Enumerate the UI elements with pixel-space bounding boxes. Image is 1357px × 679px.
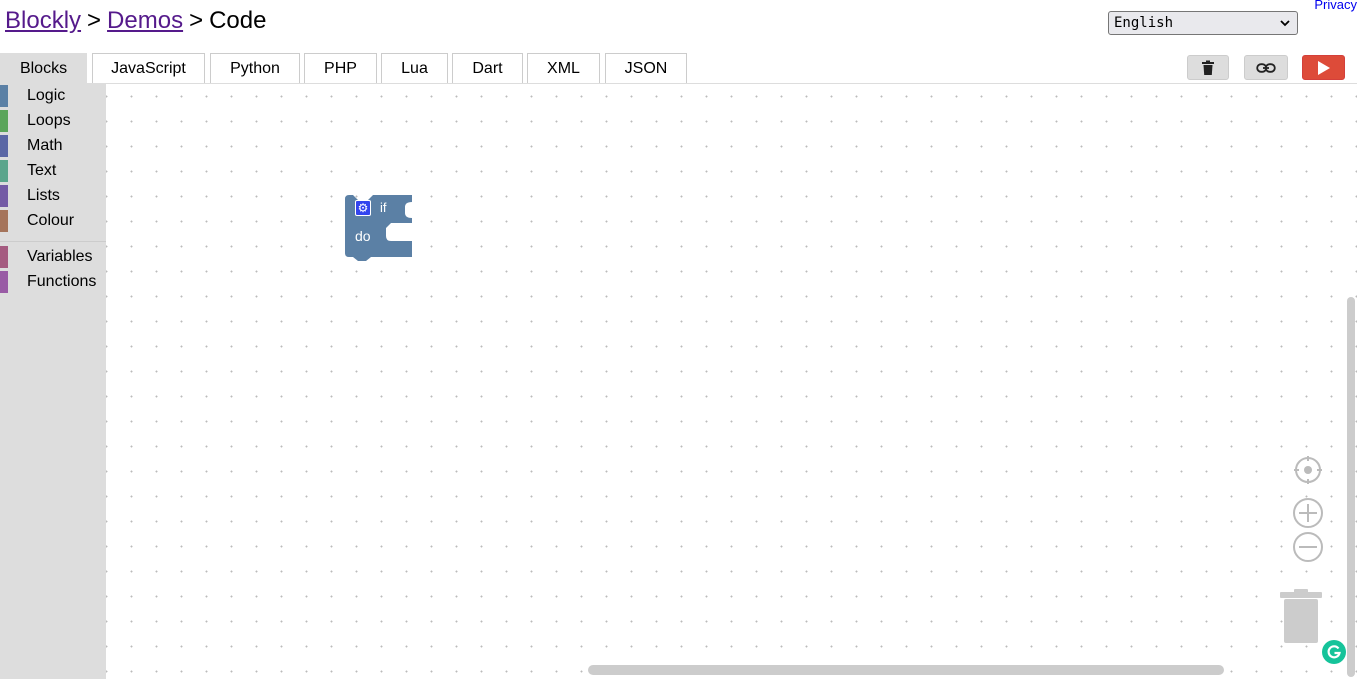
category-label: Math xyxy=(27,137,63,154)
run-button[interactable] xyxy=(1302,55,1345,80)
breadcrumb-separator: > xyxy=(189,7,204,34)
tab-python[interactable]: Python xyxy=(210,53,300,84)
breadcrumb: Blockly > Demos > Code xyxy=(5,7,266,35)
toolbox-category-lists[interactable]: Lists xyxy=(0,185,106,207)
tab-dart[interactable]: Dart xyxy=(452,53,523,84)
horizontal-scrollbar[interactable] xyxy=(588,665,1224,675)
tab-javascript[interactable]: JavaScript xyxy=(92,53,205,84)
toolbox-separator xyxy=(0,241,106,242)
header: Blockly > Demos > Code Privacy English xyxy=(0,0,1357,52)
breadcrumb-link-demos[interactable]: Demos xyxy=(107,7,183,34)
grammarly-icon[interactable] xyxy=(1322,640,1346,664)
privacy-link[interactable]: Privacy xyxy=(1314,0,1357,12)
controls-if-block[interactable]: ⚙ if do xyxy=(345,195,415,263)
tab-lua[interactable]: Lua xyxy=(381,53,448,84)
category-label: Colour xyxy=(27,212,75,229)
category-color-stripe xyxy=(0,135,8,157)
toolbox-category-functions[interactable]: Functions xyxy=(0,271,106,293)
zoom-in-icon[interactable] xyxy=(1292,497,1324,529)
grammarly-g-icon xyxy=(1327,645,1341,659)
tab-xml[interactable]: XML xyxy=(527,53,600,84)
category-label: Functions xyxy=(27,273,97,290)
toolbox-category-text[interactable]: Text xyxy=(0,160,106,182)
category-color-stripe xyxy=(0,160,8,182)
category-label: Loops xyxy=(27,112,71,129)
category-label: Text xyxy=(27,162,57,179)
mutator-gear-icon[interactable]: ⚙ xyxy=(355,200,371,216)
page-title: Code xyxy=(209,7,267,34)
chevron-down-icon xyxy=(1280,20,1290,27)
language-select[interactable]: English xyxy=(1108,11,1298,35)
block-if-label: if xyxy=(380,200,387,215)
tab-json[interactable]: JSON xyxy=(605,53,687,84)
category-label: Lists xyxy=(27,187,60,204)
trash-icon xyxy=(1202,60,1214,75)
category-label: Variables xyxy=(27,248,93,265)
tab-blocks[interactable]: Blocks xyxy=(0,53,87,84)
link-button[interactable] xyxy=(1244,55,1288,80)
category-color-stripe xyxy=(0,85,8,107)
link-icon xyxy=(1256,62,1276,73)
category-color-stripe xyxy=(0,271,8,293)
workspace-trash-icon[interactable] xyxy=(1280,587,1322,643)
toolbox-category-logic[interactable]: Logic xyxy=(0,85,106,107)
breadcrumb-link-blockly[interactable]: Blockly xyxy=(5,7,81,34)
toolbox: Logic Loops Math Text Lists Colour Varia… xyxy=(0,84,106,679)
category-color-stripe xyxy=(0,185,8,207)
toolbox-category-variables[interactable]: Variables xyxy=(0,246,106,268)
play-icon xyxy=(1317,60,1330,75)
delete-all-button[interactable] xyxy=(1187,55,1229,80)
tab-php[interactable]: PHP xyxy=(304,53,377,84)
category-label: Logic xyxy=(27,87,66,104)
vertical-scrollbar[interactable] xyxy=(1347,297,1355,677)
category-color-stripe xyxy=(0,210,8,232)
category-color-stripe xyxy=(0,246,8,268)
blockly-workspace[interactable]: ⚙ if do xyxy=(106,84,1357,679)
zoom-reset-icon[interactable] xyxy=(1292,454,1324,486)
block-do-label: do xyxy=(355,228,371,244)
toolbox-category-loops[interactable]: Loops xyxy=(0,110,106,132)
toolbox-category-colour[interactable]: Colour xyxy=(0,210,106,232)
toolbox-category-math[interactable]: Math xyxy=(0,135,106,157)
zoom-out-icon[interactable] xyxy=(1292,531,1324,563)
language-select-value: English xyxy=(1114,15,1174,31)
category-color-stripe xyxy=(0,110,8,132)
breadcrumb-separator: > xyxy=(87,7,102,34)
